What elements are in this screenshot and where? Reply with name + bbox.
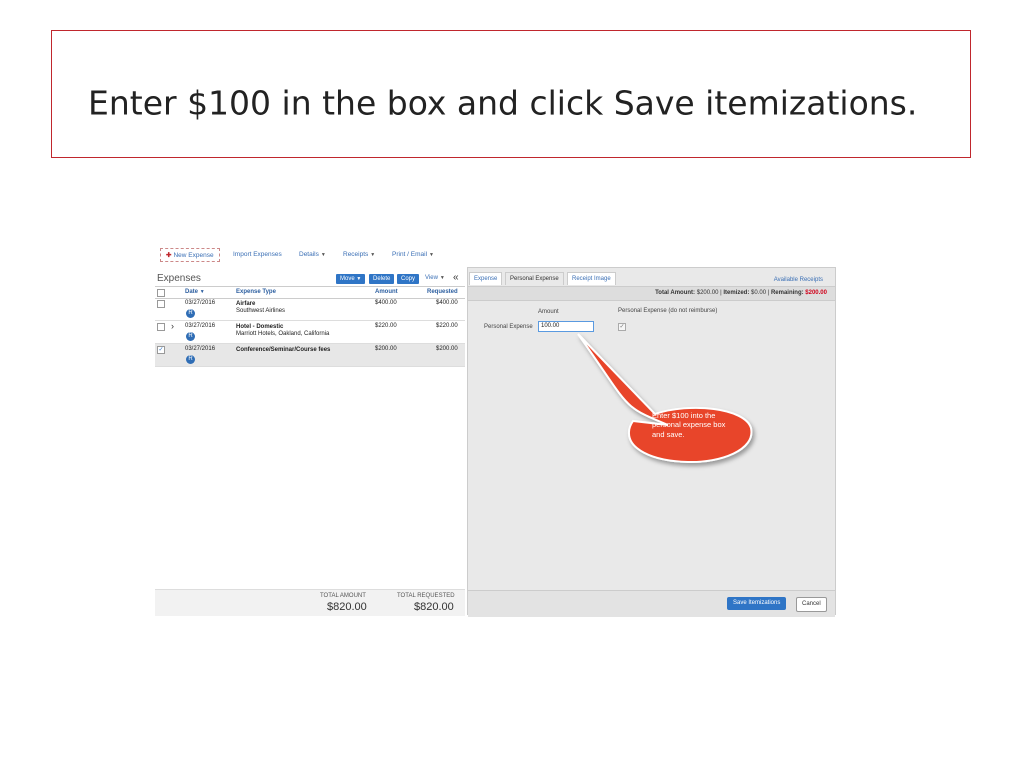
callout-bubble (577, 333, 753, 464)
callout-arrow-overlay (577, 333, 753, 464)
callout-text: Enter $100 into the personal expense box… (652, 411, 726, 439)
